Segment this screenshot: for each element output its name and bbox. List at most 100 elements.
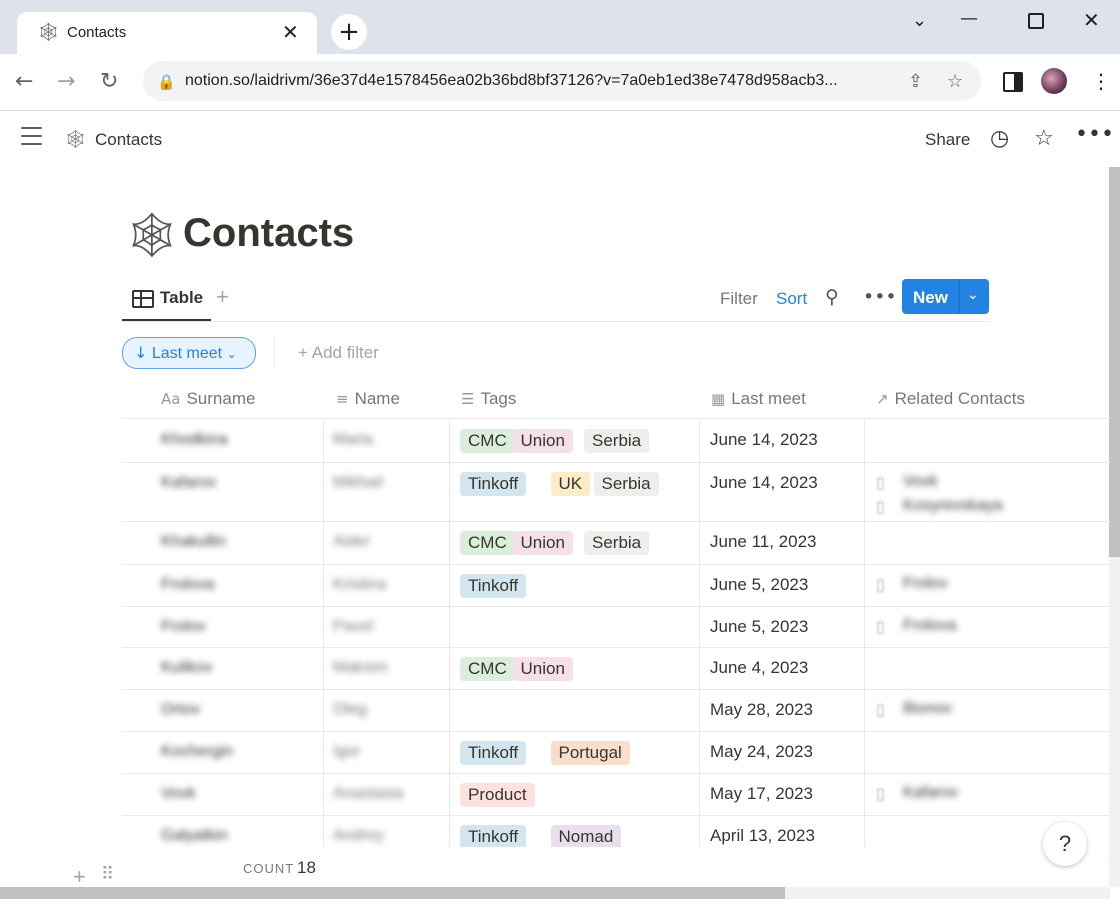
- cell-name[interactable]: Oleg: [333, 701, 367, 719]
- profile-avatar[interactable]: [1041, 68, 1067, 94]
- cell-surname[interactable]: Vovk: [161, 785, 196, 803]
- column-header-name[interactable]: ≡ Name: [336, 389, 400, 409]
- cell-name[interactable]: Aider: [333, 533, 370, 551]
- spiderweb-icon[interactable]: 🕸: [124, 209, 180, 261]
- share-button[interactable]: Share: [925, 130, 970, 150]
- help-button[interactable]: ?: [1043, 822, 1087, 866]
- tag-tinkoff[interactable]: Tinkoff: [460, 825, 527, 849]
- related-contact[interactable]: Kafarov: [903, 784, 958, 802]
- share-icon[interactable]: ⇪: [908, 71, 923, 92]
- column-header-related-contacts[interactable]: ↗ Related Contacts: [876, 389, 1025, 409]
- add-filter-button[interactable]: + Add filter: [298, 343, 379, 363]
- cell-last-meet[interactable]: June 14, 2023: [710, 473, 818, 493]
- tag-union[interactable]: Union: [512, 429, 573, 453]
- hamburger-icon[interactable]: [21, 127, 42, 151]
- cell-surname[interactable]: Kafarov: [161, 474, 216, 492]
- tab-table[interactable]: Table: [160, 288, 203, 308]
- cell-name[interactable]: Anastasia: [333, 785, 403, 803]
- row-divider: [122, 773, 1110, 774]
- tag-portugal[interactable]: Portugal: [550, 741, 630, 765]
- page-title[interactable]: Contacts: [183, 211, 354, 256]
- reload-icon[interactable]: ↻: [100, 69, 118, 94]
- tag-serbia[interactable]: Serbia: [584, 429, 650, 453]
- cell-last-meet[interactable]: May 17, 2023: [710, 784, 813, 804]
- tag-product[interactable]: Product: [460, 783, 535, 807]
- menu-icon[interactable]: ⋮: [1091, 69, 1111, 93]
- search-icon[interactable]: ⚲: [825, 286, 839, 308]
- star-icon[interactable]: ☆: [1034, 126, 1054, 151]
- maximize-icon[interactable]: [1028, 13, 1044, 29]
- close-tab-icon[interactable]: ✕: [282, 20, 299, 44]
- tag-serbia[interactable]: Serbia: [593, 472, 659, 496]
- column-header-tags[interactable]: ☰ Tags: [461, 389, 516, 409]
- related-contact[interactable]: Kosyrevskaya: [903, 497, 1003, 515]
- vertical-scrollbar[interactable]: [1109, 167, 1120, 557]
- tag-union[interactable]: Union: [512, 657, 573, 681]
- tag-cmc[interactable]: CMC: [460, 531, 515, 555]
- cell-last-meet[interactable]: May 24, 2023: [710, 742, 813, 762]
- cell-last-meet[interactable]: June 5, 2023: [710, 617, 808, 637]
- cell-name[interactable]: Andrey: [333, 827, 384, 845]
- breadcrumb[interactable]: Contacts: [95, 130, 162, 150]
- tag-cmc[interactable]: CMC: [460, 429, 515, 453]
- more-icon[interactable]: •••: [863, 286, 897, 308]
- cell-last-meet[interactable]: May 28, 2023: [710, 700, 813, 720]
- back-icon[interactable]: ←: [15, 69, 33, 94]
- tag-serbia[interactable]: Serbia: [584, 531, 650, 555]
- cell-last-meet[interactable]: June 4, 2023: [710, 658, 808, 678]
- sidepanel-icon[interactable]: [1003, 72, 1023, 92]
- sort-pill-label[interactable]: ↓ Last meet ⌄: [134, 343, 237, 363]
- tag-tinkoff[interactable]: Tinkoff: [460, 574, 527, 598]
- lock-icon[interactable]: 🔒: [157, 73, 176, 91]
- row-divider: [122, 606, 1110, 607]
- cell-surname[interactable]: Khakullin: [161, 533, 226, 551]
- cell-name[interactable]: Igor: [333, 743, 361, 761]
- cell-name[interactable]: Pavel: [333, 618, 373, 636]
- chevron-down-icon[interactable]: ⌄: [967, 287, 979, 303]
- minimize-icon[interactable]: —: [960, 8, 978, 29]
- star-icon[interactable]: ☆: [947, 71, 963, 92]
- chevron-down-icon[interactable]: ⌄: [912, 10, 927, 31]
- cell-name[interactable]: Maria: [333, 431, 373, 449]
- cell-surname[interactable]: Frolova: [161, 576, 214, 594]
- tag-nomad[interactable]: Nomad: [550, 825, 622, 849]
- column-header-last-meet[interactable]: ▦ Last meet: [711, 389, 806, 409]
- more-icon[interactable]: •••: [1075, 122, 1114, 147]
- cell-last-meet[interactable]: June 11, 2023: [710, 532, 817, 552]
- tag-tinkoff[interactable]: Tinkoff: [460, 741, 527, 765]
- horizontal-scrollbar[interactable]: [0, 887, 785, 899]
- related-contact[interactable]: Bionov: [903, 700, 952, 718]
- close-window-icon[interactable]: ✕: [1083, 8, 1100, 32]
- related-contact[interactable]: Frolova: [903, 617, 956, 635]
- url-text[interactable]: notion.so/laidrivm/36e37d4e1578456ea02b3…: [185, 72, 838, 90]
- new-tab-button[interactable]: +: [331, 14, 367, 50]
- tag-uk[interactable]: UK: [550, 472, 591, 496]
- cell-surname[interactable]: Ortov: [161, 701, 200, 719]
- cell-last-meet[interactable]: June 14, 2023: [710, 430, 818, 450]
- cell-surname[interactable]: Kulikov: [161, 659, 213, 677]
- new-button-label[interactable]: New: [913, 288, 948, 308]
- browser-tab[interactable]: [17, 12, 317, 54]
- cell-last-meet[interactable]: June 5, 2023: [710, 575, 808, 595]
- cell-surname[interactable]: Frolov: [161, 618, 205, 636]
- forward-icon[interactable]: →: [57, 69, 75, 94]
- row-divider: [122, 647, 1110, 648]
- cell-last-meet[interactable]: April 13, 2023: [710, 826, 815, 846]
- clock-icon[interactable]: ◷: [990, 126, 1009, 151]
- column-header-surname[interactable]: Aa Surname: [161, 389, 255, 409]
- sort-button[interactable]: Sort: [776, 289, 807, 309]
- filter-button[interactable]: Filter: [720, 289, 758, 309]
- add-view-icon[interactable]: +: [216, 284, 229, 310]
- cell-name[interactable]: Mikhail: [333, 474, 383, 492]
- tag-cmc[interactable]: CMC: [460, 657, 515, 681]
- drag-handle-icon[interactable]: ⠿: [101, 864, 114, 885]
- cell-name[interactable]: Kristina: [333, 576, 386, 594]
- tag-union[interactable]: Union: [512, 531, 573, 555]
- cell-name[interactable]: Maksim: [333, 659, 388, 677]
- cell-surname[interactable]: Kochergin: [161, 743, 233, 761]
- cell-surname[interactable]: Khodkina: [161, 431, 228, 449]
- related-contact[interactable]: Vovk: [903, 473, 938, 491]
- tag-tinkoff[interactable]: Tinkoff: [460, 472, 527, 496]
- cell-surname[interactable]: Galyatkin: [161, 827, 228, 845]
- related-contact[interactable]: Frolov: [903, 575, 947, 593]
